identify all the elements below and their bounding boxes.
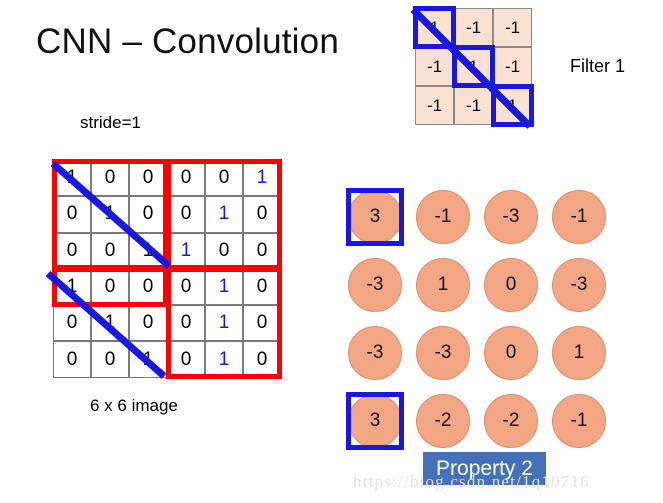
image-cell-r6-c5: 1 bbox=[205, 341, 243, 378]
output-cell-r3-c1: -3 bbox=[348, 326, 402, 380]
image-cell-r1-c4: 0 bbox=[167, 160, 205, 197]
output-cell-r4-c1: 3 bbox=[348, 394, 402, 448]
image-cell-r2-c6: 0 bbox=[243, 196, 281, 233]
output-cell-r1-c3: -3 bbox=[484, 190, 538, 244]
filter-grid: 1 -1 -1 -1 1 -1 -1 -1 1 bbox=[415, 8, 532, 125]
filter-label: Filter 1 bbox=[570, 56, 626, 76]
image-cell-r6-c4: 0 bbox=[167, 341, 205, 378]
filter-cell-r1-c3: -1 bbox=[493, 8, 532, 47]
image-cell-r3-c2: 0 bbox=[91, 232, 129, 269]
image-cell-r6-c3: 1 bbox=[129, 341, 167, 378]
image-cell-r4-c1: 1 bbox=[53, 268, 91, 306]
image-cell-r5-c3: 0 bbox=[129, 305, 167, 342]
image-cell-r5-c5: 1 bbox=[205, 305, 243, 342]
image-cell-r1-c1: 1 bbox=[53, 160, 91, 197]
filter-matrix: 1 -1 -1 -1 1 -1 -1 -1 1 bbox=[410, 6, 534, 130]
filter-cell-r3-c2: -1 bbox=[454, 86, 493, 125]
image-cell-r1-c2: 0 bbox=[91, 160, 129, 197]
image-cell-r4-c4: 0 bbox=[167, 268, 205, 306]
output-cell-r3-c4: 1 bbox=[552, 326, 606, 380]
image-cell-r3-c3: 1 bbox=[129, 232, 167, 269]
image-cell-r3-c6: 0 bbox=[243, 232, 281, 269]
image-cell-r1-c5: 0 bbox=[205, 160, 243, 197]
image-cell-r2-c2: 1 bbox=[91, 196, 129, 233]
filter-cell-r2-c2: 1 bbox=[454, 47, 493, 86]
image-cell-r5-c6: 0 bbox=[243, 305, 281, 342]
output-cell-r1-c2: -1 bbox=[416, 190, 470, 244]
output-cell-r2-c3: 0 bbox=[484, 258, 538, 312]
filter-cell-r1-c1: 1 bbox=[415, 8, 454, 47]
image-cell-r2-c1: 0 bbox=[53, 196, 91, 233]
image-cell-r6-c1: 0 bbox=[53, 341, 91, 378]
page-title: CNN – Convolution bbox=[36, 22, 339, 61]
image-cell-r3-c4: 1 bbox=[167, 232, 205, 269]
output-cell-r3-c2: -3 bbox=[416, 326, 470, 380]
output-cell-r3-c3: 0 bbox=[484, 326, 538, 380]
image-cell-r5-c1: 0 bbox=[53, 305, 91, 342]
image-cell-r3-c5: 0 bbox=[205, 232, 243, 269]
image-cell-r4-c2: 0 bbox=[91, 268, 129, 306]
watermark: https://blog.csdn.net/1q10716 bbox=[353, 472, 590, 491]
output-cell-r1-c4: -1 bbox=[552, 190, 606, 244]
output-cell-r4-c4: -1 bbox=[552, 394, 606, 448]
image-cell-r4-c3: 0 bbox=[129, 268, 167, 306]
image-caption: 6 x 6 image bbox=[90, 396, 178, 415]
image-cell-r4-c6: 0 bbox=[243, 268, 281, 306]
filter-cell-r2-c3: -1 bbox=[493, 47, 532, 86]
image-cell-r1-c3: 0 bbox=[129, 160, 167, 197]
image-cell-r2-c5: 1 bbox=[205, 196, 243, 233]
image-cell-r1-c6: 1 bbox=[243, 160, 281, 197]
stride-label: stride=1 bbox=[80, 113, 141, 132]
filter-cell-r1-c2: -1 bbox=[454, 8, 493, 47]
filter-cell-r2-c1: -1 bbox=[415, 47, 454, 86]
output-cell-r1-c1: 3 bbox=[348, 190, 402, 244]
output-cell-r4-c3: -2 bbox=[484, 394, 538, 448]
image-cell-r3-c1: 0 bbox=[53, 232, 91, 269]
output-cell-r2-c4: -3 bbox=[552, 258, 606, 312]
image-cell-r6-c2: 0 bbox=[91, 341, 129, 378]
image-cell-r4-c5: 1 bbox=[205, 268, 243, 306]
image-cell-r6-c6: 0 bbox=[243, 341, 281, 378]
filter-cell-r3-c3: 1 bbox=[493, 86, 532, 125]
image-cell-r5-c2: 1 bbox=[91, 305, 129, 342]
input-image-grid: 100001010010001100100010010010001010 bbox=[53, 160, 281, 378]
input-image-matrix: 100001010010001100100010010010001010 bbox=[45, 159, 282, 379]
output-cell-r2-c2: 1 bbox=[416, 258, 470, 312]
image-cell-r2-c4: 0 bbox=[167, 196, 205, 233]
output-feature-map: 3 -1 -3 -1 -3 1 0 -3 -3 -3 0 1 3 -2 -2 -1 bbox=[346, 188, 648, 450]
output-cell-r2-c1: -3 bbox=[348, 258, 402, 312]
slide-canvas: CNN – Convolution stride=1 1 -1 -1 -1 1 -1 -1-… bbox=[0, 0, 663, 503]
image-cell-r5-c4: 0 bbox=[167, 305, 205, 342]
filter-cell-r3-c1: -1 bbox=[415, 86, 454, 125]
output-cell-r4-c2: -2 bbox=[416, 394, 470, 448]
image-cell-r2-c3: 0 bbox=[129, 196, 167, 233]
